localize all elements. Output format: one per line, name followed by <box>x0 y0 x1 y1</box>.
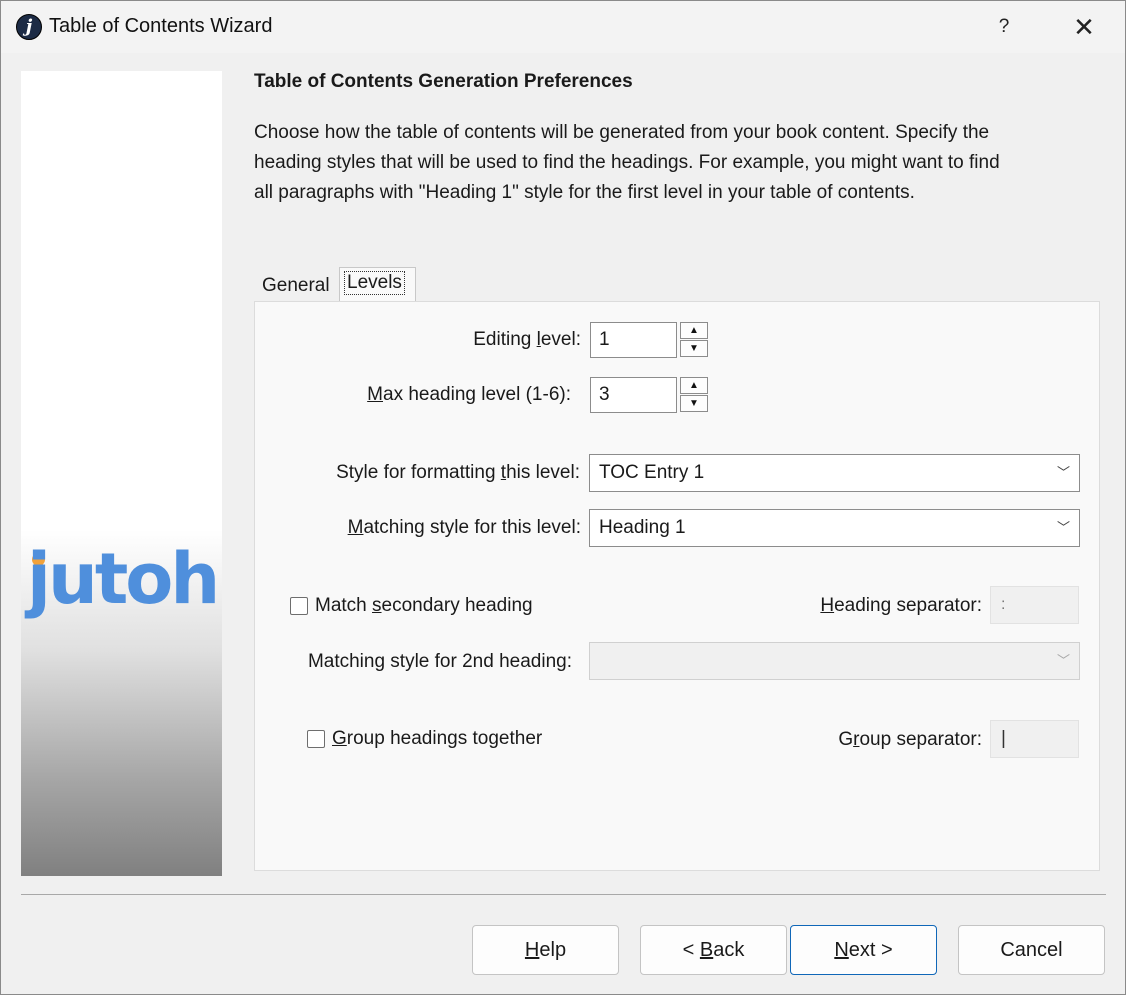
chevron-down-icon: ﹀ <box>1056 465 1070 480</box>
wizard-sidebar-image: jutoh <box>21 71 222 876</box>
max-heading-level-label: Max heading level (1-6): <box>367 384 571 405</box>
heading-separator-label: Heading separator: <box>820 595 982 616</box>
match-secondary-checkbox[interactable] <box>290 597 308 615</box>
group-headings-checkbox[interactable] <box>307 730 325 748</box>
style-formatting-select[interactable]: TOC Entry 1 ﹀ <box>589 454 1080 492</box>
help-icon[interactable]: ? <box>989 13 1019 41</box>
cancel-button[interactable]: Cancel <box>958 925 1105 975</box>
match-secondary-label[interactable]: Match secondary heading <box>315 595 533 617</box>
matching-style-select[interactable]: Heading 1 ﹀ <box>589 509 1080 547</box>
dialog-window: j Table of Contents Wizard ? ✕ jutoh Tab… <box>0 0 1126 995</box>
max-heading-level-down-icon[interactable]: ▼ <box>680 395 708 412</box>
editing-level-input[interactable]: 1 <box>590 322 677 358</box>
next-button[interactable]: Next > <box>790 925 937 975</box>
group-separator-label: Group separator: <box>838 729 982 750</box>
divider <box>21 894 1106 895</box>
tab-general-label: General <box>262 275 330 296</box>
matching-style-2nd-label: Matching style for 2nd heading: <box>307 651 572 672</box>
tab-general[interactable]: General <box>256 269 339 301</box>
chevron-down-icon: ﹀ <box>1056 653 1070 668</box>
page-heading: Table of Contents Generation Preferences <box>254 71 633 92</box>
back-button[interactable]: < Back <box>640 925 787 975</box>
group-headings-label[interactable]: Group headings together <box>332 728 542 750</box>
tab-levels[interactable]: Levels <box>339 267 416 301</box>
chevron-down-icon: ﹀ <box>1056 520 1070 535</box>
window-title: Table of Contents Wizard <box>49 15 273 37</box>
max-heading-level-up-icon[interactable]: ▲ <box>680 377 708 394</box>
app-icon: j <box>16 14 42 40</box>
page-description: Choose how the table of contents will be… <box>254 122 1000 203</box>
title-bar: j Table of Contents Wizard ? ✕ <box>1 1 1125 53</box>
style-formatting-label: Style for formatting this level: <box>336 462 580 483</box>
jutoh-logo: jutoh <box>27 538 220 620</box>
editing-level-label: Editing level: <box>473 329 581 350</box>
editing-level-down-icon[interactable]: ▼ <box>680 340 708 357</box>
editing-level-up-icon[interactable]: ▲ <box>680 322 708 339</box>
matching-style-2nd-select[interactable]: ﹀ <box>589 642 1080 680</box>
group-separator-input[interactable]: | <box>990 720 1079 758</box>
heading-separator-input[interactable]: : <box>990 586 1079 624</box>
style-formatting-value: TOC Entry 1 <box>599 462 705 483</box>
max-heading-level-input[interactable]: 3 <box>590 377 677 413</box>
help-button[interactable]: Help <box>472 925 619 975</box>
levels-panel: Editing level: 1 ▲ ▼ Max heading level (… <box>254 301 1100 871</box>
matching-style-label: Matching style for this level: <box>347 517 581 538</box>
close-icon[interactable]: ✕ <box>1067 13 1101 41</box>
tab-levels-label: Levels <box>344 271 405 295</box>
matching-style-value: Heading 1 <box>599 517 686 538</box>
